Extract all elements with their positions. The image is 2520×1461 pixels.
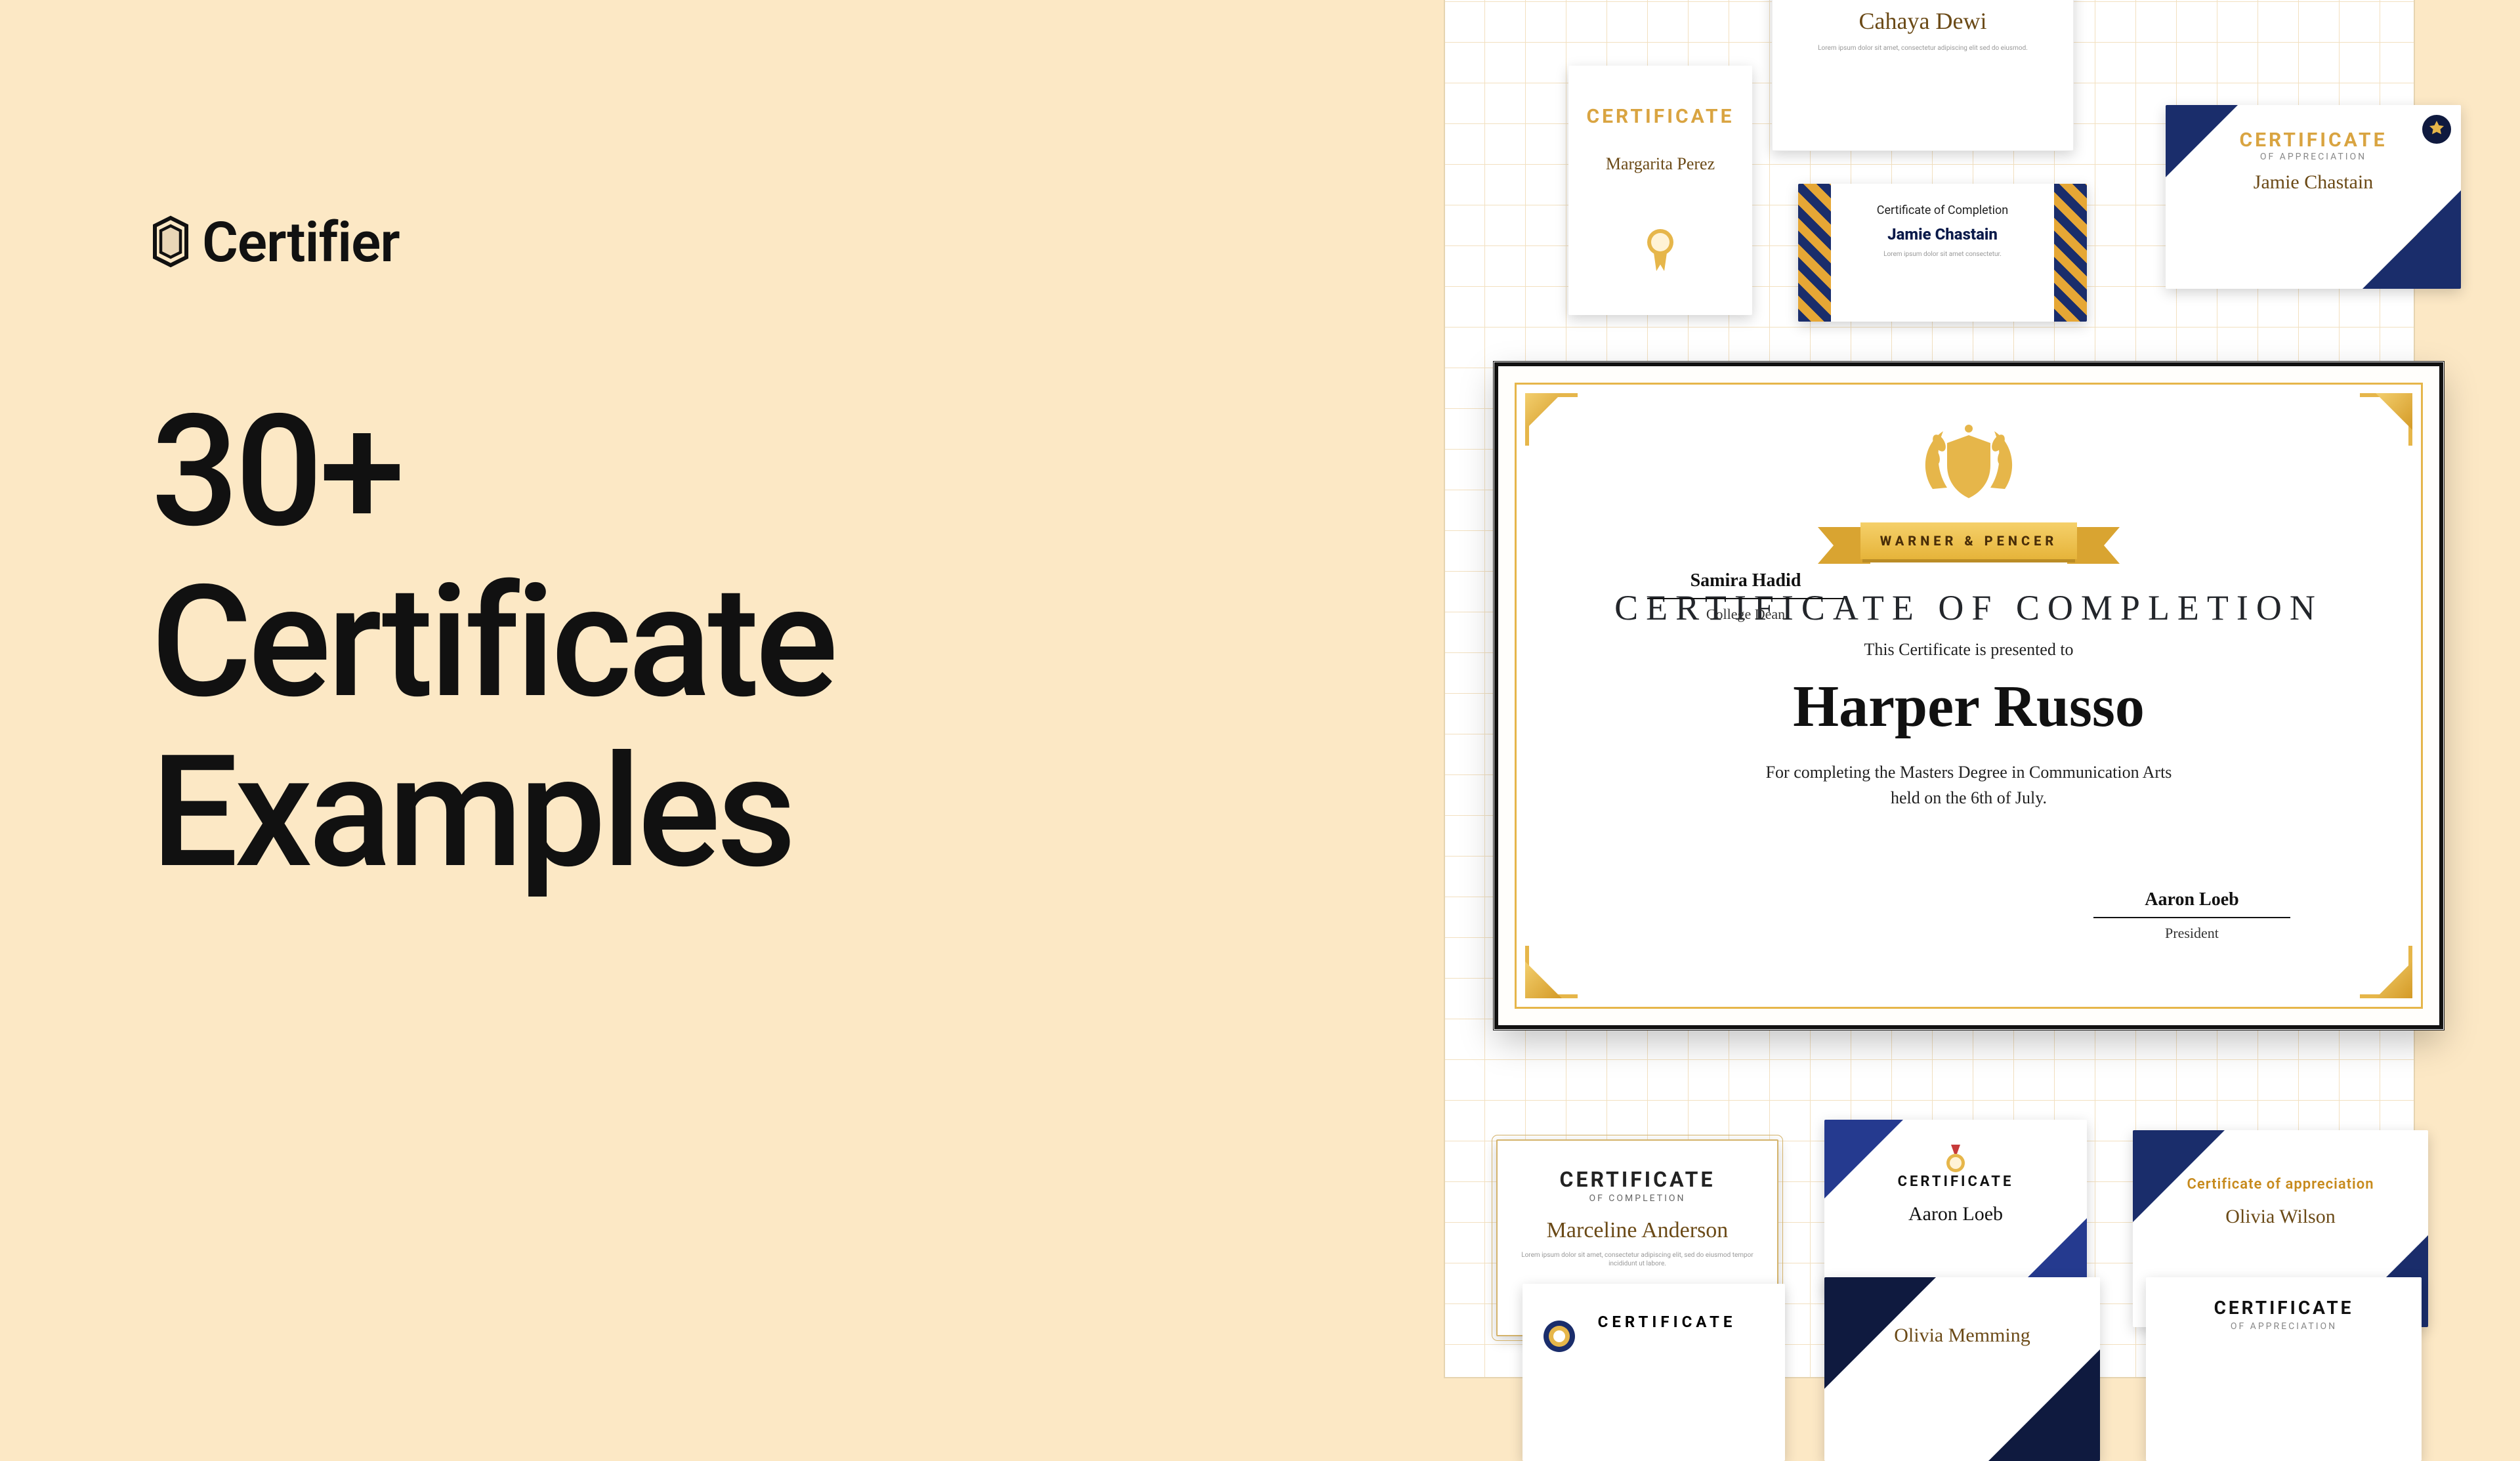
thumb-body: Lorem ipsum dolor sit amet, consectetur … <box>1798 44 2048 53</box>
brand-logo-icon <box>151 215 190 270</box>
triangle-decor-icon <box>2166 105 2238 177</box>
thumb-portrait-gold: CERTIFICATE Margarita Perez <box>1568 66 1752 315</box>
headline-line-2: Certificate <box>151 557 834 728</box>
headline-line-3: Examples <box>151 727 834 898</box>
reason-line-2: held on the 6th of July. <box>1891 788 2047 807</box>
thumb-title: CERTIFICATE <box>1898 1174 2014 1190</box>
thumb-subtitle: OF COMPLETION <box>1589 1193 1685 1204</box>
seal-icon <box>1642 226 1679 274</box>
thumb-peek-center: Olivia Memming <box>1824 1277 2100 1461</box>
thumb-title: CERTIFICATE <box>1560 1167 1715 1192</box>
thumb-blue-corners: CERTIFICATE Aaron Loeb <box>1824 1120 2087 1297</box>
thumb-pattern-sides: Certificate of Completion Jamie Chastain… <box>1798 184 2087 322</box>
thumb-title: CERTIFICATE <box>2240 129 2387 152</box>
signature-role: College Dean <box>1647 606 1844 623</box>
hero-left: Certifier 30+ Certificate Examples <box>151 210 834 898</box>
medal-icon <box>1944 1145 1967 1174</box>
thumb-body: Lorem ipsum dolor sit amet consectetur. <box>1864 250 2021 259</box>
thumb-name: Jamie Chastain <box>1887 225 1998 243</box>
thumb-navy-gold: CERTIFICATE OF APPRECIATION Jamie Chasta… <box>2166 105 2461 289</box>
thumb-title: CERTIFICATE <box>2214 1297 2354 1319</box>
thumb-name: Margarita Perez <box>1606 154 1715 174</box>
thumb-title: Certificate of appreciation <box>2187 1176 2374 1193</box>
signature-right: Aaron Loeb President <box>2093 893 2290 942</box>
triangle-decor-icon <box>1824 1120 1903 1198</box>
thumb-title: CERTIFICATE <box>1587 105 1734 128</box>
triangle-decor-icon <box>2362 190 2461 289</box>
signature-name: Aaron Loeb <box>2093 889 2290 910</box>
thumb-name: Aaron Loeb <box>1908 1203 2003 1225</box>
thumb-peek-left: CERTIFICATE <box>1522 1284 1785 1461</box>
ribbon-label: WARNER & PENCER <box>1860 522 2077 559</box>
thumb-subtitle: OF APPRECIATION <box>2260 152 2366 162</box>
thumb-top-script: Cahaya Dewi Lorem ipsum dolor sit amet, … <box>1772 0 2074 151</box>
presented-to: This Certificate is presented to <box>1496 640 2441 660</box>
signature-role: President <box>2093 925 2290 942</box>
thumb-name: Cahaya Dewi <box>1859 7 1987 35</box>
certificate-title: CERTIFICATE OF COMPLETION <box>1496 587 2441 628</box>
thumb-name: Marceline Anderson <box>1547 1218 1729 1243</box>
signature-left: Samira Hadid College Dean <box>1647 574 1844 942</box>
star-badge-icon <box>2422 114 2452 144</box>
rosette-icon <box>1542 1319 1576 1353</box>
thumb-title: CERTIFICATE <box>1598 1313 1736 1331</box>
thumb-name: Jamie Chastain <box>2254 171 2373 194</box>
triangle-decor-icon <box>1988 1349 2100 1461</box>
thumb-subtitle: OF APPRECIATION <box>2231 1321 2337 1332</box>
reason-text: For completing the Masters Degree in Com… <box>1496 759 2441 811</box>
headline-line-1: 30+ <box>151 387 834 557</box>
headline: 30+ Certificate Examples <box>151 387 834 898</box>
corner-ornament-icon <box>1525 946 1578 998</box>
thumb-body: Lorem ipsum dolor sit amet, consectetur … <box>1498 1251 1777 1268</box>
ribbon: WARNER & PENCER <box>1818 515 2120 566</box>
featured-certificate: WARNER & PENCER CERTIFICATE OF COMPLETIO… <box>1496 364 2441 1027</box>
signature-name: Samira Hadid <box>1647 570 1844 591</box>
corner-ornament-icon <box>2360 946 2412 998</box>
corner-ornament-icon <box>1525 393 1578 446</box>
thumb-name: Olivia Wilson <box>2225 1206 2335 1228</box>
corner-ornament-icon <box>2360 393 2412 446</box>
thumb-subtitle: Certificate of Completion <box>1877 203 2008 217</box>
thumb-peek-right: CERTIFICATE OF APPRECIATION <box>2146 1277 2422 1461</box>
recipient-name: Harper Russo <box>1496 673 2441 740</box>
brand: Certifier <box>151 210 834 275</box>
brand-name: Certifier <box>202 210 400 275</box>
laurel-shield-icon <box>1913 417 2025 515</box>
thumb-name: Olivia Memming <box>1894 1324 2030 1347</box>
